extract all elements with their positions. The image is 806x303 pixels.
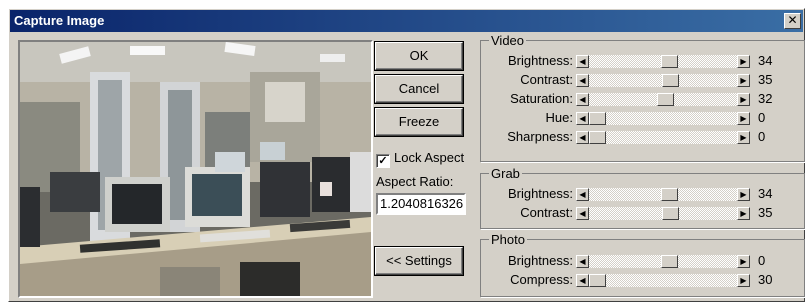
- photo-brightness-value: 0: [758, 253, 766, 268]
- arrow-left-icon[interactable]: ◀: [576, 188, 589, 201]
- grab-brightness-value: 34: [758, 186, 773, 201]
- grab-brightness-slider-row: Brightness: ◀ ▶ 34: [481, 186, 804, 202]
- arrow-right-icon[interactable]: ▶: [737, 274, 750, 287]
- video-sharpness-slider[interactable]: ◀ ▶: [576, 131, 750, 144]
- arrow-right-icon[interactable]: ▶: [737, 207, 750, 220]
- title-bar: Capture Image ✕: [10, 10, 803, 32]
- arrow-left-icon[interactable]: ◀: [576, 274, 589, 287]
- video-contrast-slider-thumb[interactable]: [662, 74, 679, 87]
- close-button[interactable]: ✕: [784, 13, 801, 29]
- video-brightness-slider-thumb[interactable]: [661, 55, 678, 68]
- photo-brightness-slider-thumb[interactable]: [661, 255, 678, 268]
- arrow-right-icon[interactable]: ▶: [737, 131, 750, 144]
- grab-brightness-slider-thumb[interactable]: [661, 188, 678, 201]
- video-contrast-slider[interactable]: ◀ ▶: [576, 74, 750, 87]
- video-hue-slider-row: Hue: ◀ ▶ 0: [481, 110, 804, 126]
- photo-compress-label: Compress:: [510, 272, 573, 287]
- video-hue-slider[interactable]: ◀ ▶: [576, 112, 750, 125]
- arrow-left-icon[interactable]: ◀: [576, 255, 589, 268]
- arrow-right-icon[interactable]: ▶: [737, 255, 750, 268]
- arrow-right-icon[interactable]: ▶: [737, 188, 750, 201]
- video-hue-label: Hue:: [545, 110, 573, 125]
- freeze-button[interactable]: Freeze: [375, 108, 463, 136]
- video-saturation-slider[interactable]: ◀ ▶: [576, 93, 750, 106]
- video-sharpness-value: 0: [758, 129, 766, 144]
- video-brightness-value: 34: [758, 53, 773, 68]
- grab-brightness-slider[interactable]: ◀ ▶: [576, 188, 750, 201]
- video-brightness-slider[interactable]: ◀ ▶: [576, 55, 750, 68]
- arrow-left-icon[interactable]: ◀: [576, 74, 589, 87]
- grab-contrast-label: Contrast:: [520, 205, 573, 220]
- video-hue-slider-thumb[interactable]: [589, 112, 606, 125]
- arrow-left-icon[interactable]: ◀: [576, 93, 589, 106]
- grab-brightness-label: Brightness:: [507, 186, 573, 201]
- arrow-left-icon[interactable]: ◀: [576, 55, 589, 68]
- photo-group-title: Photo: [489, 232, 527, 247]
- video-hue-value: 0: [758, 110, 766, 125]
- photo-brightness-slider[interactable]: ◀ ▶: [576, 255, 750, 268]
- video-sharpness-slider-row: Sharpness: ◀ ▶ 0: [481, 129, 804, 145]
- video-saturation-value: 32: [758, 91, 773, 106]
- video-contrast-label: Contrast:: [520, 72, 573, 87]
- lock-aspect-label: Lock Aspect: [394, 150, 465, 165]
- video-saturation-slider-thumb[interactable]: [657, 93, 674, 106]
- grab-contrast-slider[interactable]: ◀ ▶: [576, 207, 750, 220]
- photo-brightness-label: Brightness:: [507, 253, 573, 268]
- video-contrast-value: 35: [758, 72, 773, 87]
- photo-compress-slider-thumb[interactable]: [589, 274, 606, 287]
- video-contrast-slider-row: Contrast: ◀ ▶ 35: [481, 72, 804, 88]
- photo-brightness-slider-row: Brightness: ◀ ▶ 0: [481, 253, 804, 269]
- grab-group: Grab Brightness: ◀ ▶ 34 Contrast: ◀ ▶ 35: [480, 166, 805, 229]
- settings-toggle-button[interactable]: << Settings: [375, 247, 463, 275]
- video-brightness-label: Brightness:: [507, 53, 573, 68]
- cancel-button[interactable]: Cancel: [375, 75, 463, 103]
- video-brightness-slider-row: Brightness: ◀ ▶ 34: [481, 53, 804, 69]
- ok-button[interactable]: OK: [375, 42, 463, 70]
- grab-contrast-slider-thumb[interactable]: [662, 207, 679, 220]
- video-saturation-label: Saturation:: [510, 91, 573, 106]
- grab-contrast-value: 35: [758, 205, 773, 220]
- arrow-left-icon[interactable]: ◀: [576, 112, 589, 125]
- arrow-left-icon[interactable]: ◀: [576, 131, 589, 144]
- camera-preview-image: [18, 40, 373, 298]
- window-title: Capture Image: [14, 13, 105, 28]
- photo-compress-slider[interactable]: ◀ ▶: [576, 274, 750, 287]
- video-group: Video Brightness: ◀ ▶ 34 Contrast: ◀ ▶ 35 Satu…: [480, 33, 805, 162]
- grab-group-title: Grab: [489, 166, 522, 181]
- aspect-ratio-label: Aspect Ratio:: [376, 174, 454, 189]
- photo-compress-value: 30: [758, 272, 773, 287]
- grab-contrast-slider-row: Contrast: ◀ ▶ 35: [481, 205, 804, 221]
- video-group-title: Video: [489, 33, 527, 48]
- arrow-right-icon[interactable]: ▶: [737, 55, 750, 68]
- photo-group: Photo Brightness: ◀ ▶ 0 Compress: ◀ ▶ 30: [480, 232, 805, 297]
- photo-compress-slider-row: Compress: ◀ ▶ 30: [481, 272, 804, 288]
- arrow-left-icon[interactable]: ◀: [576, 207, 589, 220]
- arrow-right-icon[interactable]: ▶: [737, 112, 750, 125]
- checkbox-check-icon[interactable]: ✓: [376, 154, 390, 168]
- video-saturation-slider-row: Saturation: ◀ ▶ 32: [481, 91, 804, 107]
- lab-photo: [20, 42, 371, 296]
- arrow-right-icon[interactable]: ▶: [737, 74, 750, 87]
- video-sharpness-label: Sharpness:: [507, 129, 573, 144]
- video-sharpness-slider-thumb[interactable]: [589, 131, 606, 144]
- capture-image-dialog: Capture Image ✕ OK Cancel Freeze ✓ Lock …: [8, 8, 805, 302]
- arrow-right-icon[interactable]: ▶: [737, 93, 750, 106]
- aspect-ratio-field[interactable]: 1.2040816326: [376, 193, 466, 215]
- lock-aspect-checkbox[interactable]: ✓ Lock Aspect: [376, 150, 464, 168]
